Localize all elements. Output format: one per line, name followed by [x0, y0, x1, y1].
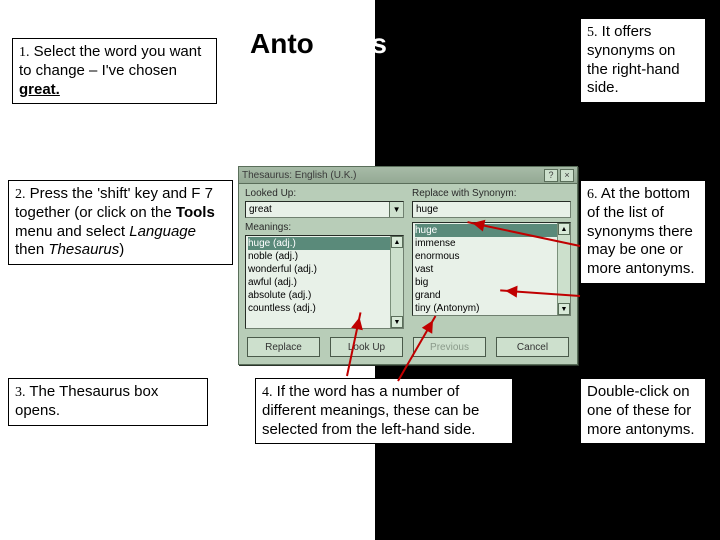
list-item[interactable]: big [415, 276, 568, 289]
replace-with-input[interactable] [413, 202, 570, 217]
list-item[interactable]: grand [415, 289, 568, 302]
scrollbar[interactable]: ▲ ▼ [557, 223, 570, 315]
list-item[interactable]: countless (adj.) [248, 302, 401, 315]
dialog-titlebar: Thesaurus: English (U.K.) ? × [239, 167, 577, 184]
note-4: 4. If the word has a number of different… [255, 378, 513, 444]
previous-button[interactable]: Previous [413, 337, 486, 357]
scroll-down-icon[interactable]: ▼ [391, 316, 403, 328]
close-button[interactable]: × [560, 169, 574, 182]
meanings-listbox[interactable]: huge (adj.) noble (adj.) wonderful (adj.… [245, 235, 404, 329]
note-3-number: 3. [15, 385, 26, 400]
page-title: Antonyms [250, 28, 387, 60]
list-item[interactable]: huge (adj.) [248, 237, 401, 250]
replace-with-field[interactable] [412, 201, 571, 218]
replace-with-label: Replace with Synonym: [412, 188, 571, 199]
looked-up-label: Looked Up: [245, 188, 404, 199]
note-6: 6. At the bottom of the list of synonyms… [580, 180, 706, 284]
look-up-button[interactable]: Look Up [330, 337, 403, 357]
looked-up-input[interactable] [246, 202, 389, 217]
note-5: 5. It offers synonyms on the right-hand … [580, 18, 706, 103]
note-2-number: 2. [15, 187, 26, 202]
scroll-up-icon[interactable]: ▲ [391, 236, 403, 248]
help-button[interactable]: ? [544, 169, 558, 182]
dialog-title: Thesaurus: English (U.K.) [242, 170, 542, 181]
note-7: Double-click on one of these for more an… [580, 378, 706, 444]
chevron-down-icon[interactable]: ▼ [389, 202, 403, 217]
list-item[interactable]: enormous [415, 250, 568, 263]
scroll-up-icon[interactable]: ▲ [558, 223, 570, 235]
note-3: 3. The Thesaurus box opens. [8, 378, 208, 426]
list-item[interactable]: wonderful (adj.) [248, 263, 401, 276]
note-1: 1. Select the word you want to change – … [12, 38, 217, 104]
thesaurus-dialog: Thesaurus: English (U.K.) ? × Looked Up:… [238, 166, 578, 365]
synonyms-listbox[interactable]: huge immense enormous vast big grand tin… [412, 222, 571, 316]
list-item[interactable]: noble (adj.) [248, 250, 401, 263]
note-2: 2. Press the 'shift' key and F 7 togethe… [8, 180, 233, 265]
scroll-down-icon[interactable]: ▼ [558, 303, 570, 315]
replace-button[interactable]: Replace [247, 337, 320, 357]
list-item[interactable]: tiny (Antonym) [415, 302, 568, 315]
note-5-number: 5. [587, 25, 598, 40]
scrollbar[interactable]: ▲ ▼ [390, 236, 403, 328]
meanings-label: Meanings: [245, 222, 404, 233]
looked-up-field[interactable]: ▼ [245, 201, 404, 218]
note-4-number: 4. [262, 385, 273, 400]
note-6-number: 6. [587, 187, 598, 202]
note-1-number: 1. [19, 45, 30, 60]
close-icon: × [564, 171, 569, 180]
cancel-button[interactable]: Cancel [496, 337, 569, 357]
list-item[interactable]: vast [415, 263, 568, 276]
list-item[interactable]: awful (adj.) [248, 276, 401, 289]
help-icon: ? [548, 171, 553, 180]
list-item[interactable]: absolute (adj.) [248, 289, 401, 302]
